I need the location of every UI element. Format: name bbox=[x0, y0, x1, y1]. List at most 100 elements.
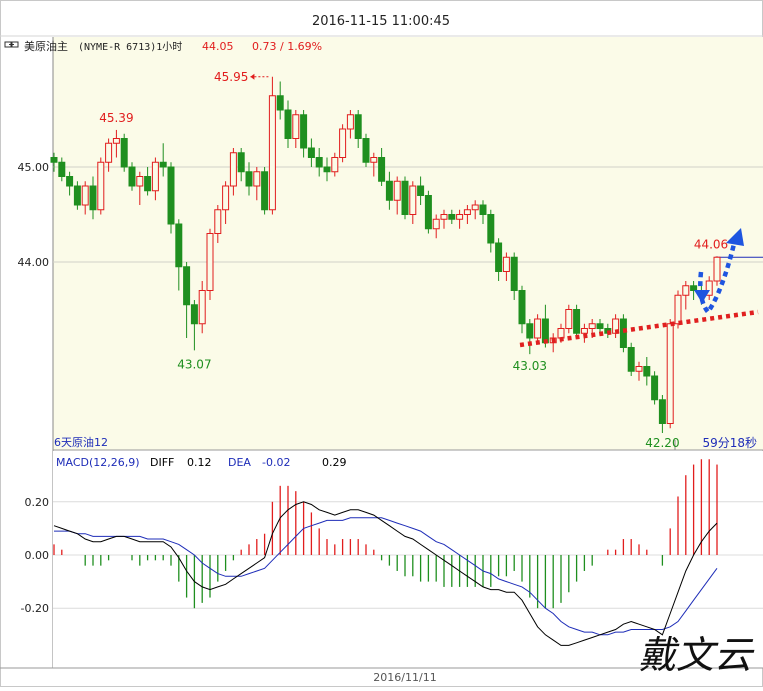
label-43-07: 43.07 bbox=[177, 357, 211, 371]
candle-up bbox=[580, 328, 588, 334]
candle-down bbox=[401, 180, 409, 215]
candle-down bbox=[261, 171, 269, 211]
macd-label: MACD(12,26,9) bbox=[56, 456, 140, 469]
candle-down bbox=[167, 166, 175, 225]
candle-down bbox=[573, 309, 581, 334]
label-43-03: 43.03 bbox=[513, 359, 547, 373]
candle-up bbox=[214, 209, 222, 234]
macd-value: 0.29 bbox=[322, 456, 347, 469]
candle-up bbox=[81, 185, 89, 206]
candle-down bbox=[378, 157, 386, 182]
candle-up bbox=[682, 285, 690, 296]
candle-down bbox=[175, 223, 183, 268]
candle-up bbox=[456, 214, 464, 220]
candle-up bbox=[97, 161, 105, 211]
candle-down bbox=[479, 204, 487, 215]
candle-down bbox=[315, 157, 323, 168]
candle-up bbox=[534, 318, 542, 339]
label-44-06: 44.06 bbox=[694, 237, 728, 251]
candle-down bbox=[245, 171, 253, 187]
candle-down bbox=[300, 114, 308, 149]
candle-down bbox=[658, 399, 666, 424]
candle-up bbox=[346, 114, 354, 130]
candle-up bbox=[105, 142, 113, 163]
candle-down bbox=[510, 256, 518, 291]
candle-up bbox=[409, 185, 417, 215]
footer-left-label: 6天原油12 bbox=[54, 435, 108, 449]
macd-tick-neg: -0.20 bbox=[21, 602, 49, 615]
candle-down bbox=[627, 347, 635, 372]
candle-down bbox=[89, 185, 97, 211]
price-tick-44: 44.00 bbox=[18, 256, 50, 269]
candle-down bbox=[596, 323, 604, 329]
candle-up bbox=[331, 157, 339, 173]
candle-down bbox=[526, 323, 534, 339]
candle-down bbox=[323, 166, 331, 173]
macd-tick-pos: 0.20 bbox=[25, 496, 50, 509]
candle-up bbox=[253, 171, 261, 187]
candle-up bbox=[588, 323, 596, 329]
candle-up bbox=[268, 95, 276, 211]
macd-tick-zero: 0.00 bbox=[25, 549, 50, 562]
diff-value: 0.12 bbox=[187, 456, 212, 469]
candle-down bbox=[128, 166, 136, 187]
candle-up bbox=[136, 176, 144, 187]
candle-up bbox=[557, 328, 565, 339]
candle-up bbox=[471, 204, 479, 211]
candle-up bbox=[674, 294, 682, 325]
candle-down bbox=[619, 318, 627, 348]
candle-down bbox=[144, 176, 152, 192]
candle-down bbox=[284, 109, 292, 139]
candle-down bbox=[424, 195, 432, 230]
candle-up bbox=[292, 114, 300, 139]
last-price: 44.05 bbox=[202, 40, 234, 53]
candle-down bbox=[307, 147, 315, 158]
candle-down bbox=[183, 266, 191, 306]
candle-up bbox=[370, 157, 378, 163]
candle-up bbox=[222, 185, 230, 211]
candle-up bbox=[635, 366, 643, 372]
candle-up bbox=[713, 256, 721, 282]
diff-label: DIFF bbox=[150, 456, 174, 469]
candle-down bbox=[518, 290, 526, 325]
candle-down bbox=[448, 214, 456, 220]
candle-down bbox=[690, 285, 698, 291]
candle-up bbox=[463, 209, 471, 215]
dea-label: DEA bbox=[228, 456, 251, 469]
countdown-label: 59分18秒 bbox=[702, 436, 757, 450]
candle-up bbox=[432, 218, 440, 230]
chart-window: 2016-11-15 11:00:45 美原油主 (NYME-R 6713)1小… bbox=[0, 0, 763, 687]
candle-down bbox=[73, 185, 81, 206]
candle-down bbox=[58, 161, 66, 177]
candle-up bbox=[229, 152, 237, 187]
candle-down bbox=[237, 152, 245, 173]
candle-down bbox=[66, 176, 74, 187]
candle-down bbox=[487, 214, 495, 244]
dea-value: -0.02 bbox=[262, 456, 290, 469]
candle-up bbox=[565, 309, 573, 329]
candle-down bbox=[651, 375, 659, 401]
label-42-20: 42.20 bbox=[645, 436, 679, 450]
candle-down bbox=[190, 304, 198, 325]
instrument-name: 美原油主 bbox=[24, 39, 68, 53]
candle-down bbox=[643, 366, 651, 377]
datetime-title: 2016-11-15 11:00:45 bbox=[312, 14, 450, 29]
candle-up bbox=[198, 290, 206, 325]
candle-up bbox=[666, 323, 674, 424]
price-change: 0.73 / 1.69% bbox=[252, 40, 322, 53]
candle-up bbox=[112, 138, 120, 144]
label-45-39: 45.39 bbox=[99, 111, 133, 125]
candle-down bbox=[159, 161, 167, 168]
candle-up bbox=[393, 180, 401, 201]
label-45-95: 45.95 bbox=[214, 70, 248, 84]
candle-down bbox=[354, 114, 362, 139]
candle-down bbox=[417, 185, 425, 196]
watermark-signature: 戴文云 bbox=[638, 633, 755, 677]
candle-down bbox=[541, 318, 549, 344]
instrument-code: (NYME-R 6713)1小时 bbox=[78, 41, 182, 53]
candle-up bbox=[440, 214, 448, 220]
date-axis-label: 2016/11/11 bbox=[373, 671, 436, 684]
candle-down bbox=[50, 157, 58, 163]
candle-up bbox=[206, 233, 214, 291]
candle-down bbox=[495, 242, 503, 272]
